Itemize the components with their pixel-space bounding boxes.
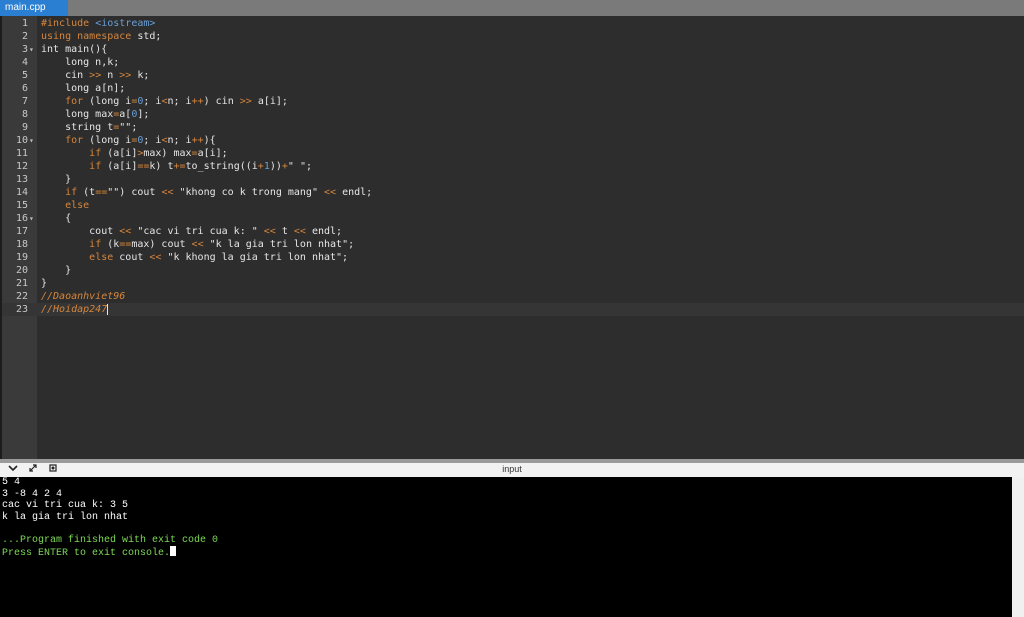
line-number: 1 [21, 18, 28, 29]
console-line: ...Program finished with exit code 0 [2, 534, 219, 546]
code-line[interactable]: 2 using namespace std; [2, 30, 1024, 43]
code-text: for (long i=0; i<n; i++) cin >> a[i]; [65, 96, 288, 107]
code-text: } [41, 174, 72, 185]
code-line[interactable]: 9 string t=""; [2, 121, 1024, 134]
line-number: 14 [15, 187, 28, 198]
code-line[interactable]: 19 else cout << "k khong la gia tri lon … [2, 251, 1024, 264]
code-text: if (a[i]>max) max=a[i]; [89, 148, 228, 159]
code-line[interactable]: 14 if (t=="") cout << "khong co k trong … [2, 186, 1024, 199]
line-number: 19 [15, 252, 28, 263]
console-cursor [170, 546, 177, 556]
panel-title: input [502, 464, 522, 474]
line-number: 18 [15, 239, 28, 250]
code-line[interactable]: 10 ▾ for (long i=0; i<n; i++){ [2, 134, 1024, 147]
line-number: 10 [15, 135, 28, 146]
console-line: cac vi tri cua k: 3 5 [2, 500, 129, 511]
line-number: 23 [15, 304, 28, 315]
settings-icon[interactable] [44, 463, 62, 477]
code-text: string t=""; [41, 122, 138, 133]
code-text: if (a[i]==k) t+=to_string((i+1))+" "; [89, 161, 313, 172]
line-number: 2 [21, 31, 28, 42]
code-line[interactable]: 13 } [2, 173, 1024, 186]
fold-toggle-icon[interactable]: ▾ [29, 134, 34, 147]
fold-toggle-icon[interactable]: ▾ [29, 212, 34, 225]
console-line: Press ENTER to exit console. [2, 546, 1012, 559]
line-number: 3 [21, 44, 28, 55]
code-text: cout << "cac vi tri cua k: " << t << end… [41, 226, 343, 237]
code-text: for (long i=0; i<n; i++){ [65, 135, 216, 146]
line-number: 21 [15, 278, 28, 289]
code-text: //Daoanhviet96 [41, 291, 126, 302]
line-number: 15 [15, 200, 28, 211]
fold-toggle-icon[interactable]: ▾ [29, 43, 34, 56]
expand-icon[interactable] [24, 463, 42, 477]
code-editor[interactable]: 1 #include <iostream> 2 using namespace std… [0, 16, 1024, 459]
line-number: 8 [21, 109, 28, 120]
code-line[interactable]: 21} [2, 277, 1024, 290]
code-line[interactable]: 18 if (k==max) cout << "k la gia tri lon… [2, 238, 1024, 251]
code-line[interactable]: 20 } [2, 264, 1024, 277]
code-line[interactable]: 22 //Daoanhviet96 [2, 290, 1024, 303]
tab-bar: main.cpp [0, 0, 1024, 16]
code-line[interactable]: 8 long max=a[0]; [2, 108, 1024, 121]
code-text: int main(){ [41, 44, 108, 55]
code-text: else [65, 200, 90, 211]
code-line[interactable]: 17 cout << "cac vi tri cua k: " << t << … [2, 225, 1024, 238]
line-number: 20 [15, 265, 28, 276]
code-line[interactable]: 23 //Hoidap247 [2, 303, 1024, 316]
console-scrollbar[interactable] [1012, 477, 1024, 617]
line-number: 22 [15, 291, 28, 302]
code-text: long n,k; [41, 57, 120, 68]
code-line[interactable]: 11 if (a[i]>max) max=a[i]; [2, 147, 1024, 160]
line-number: 5 [21, 70, 28, 81]
line-number: 6 [21, 83, 28, 94]
code-text: if (k==max) cout << "k la gia tri lon nh… [89, 239, 355, 250]
code-line[interactable]: 3 ▾ int main(){ [2, 43, 1024, 56]
code-line[interactable]: 5 cin >> n >> k; [2, 69, 1024, 82]
code-text: cin >> n >> k; [41, 70, 150, 81]
code-line[interactable]: 4 long n,k; [2, 56, 1024, 69]
code-text: long a[n]; [41, 83, 126, 94]
code-text: long max=a[0]; [41, 109, 150, 120]
line-number: 11 [15, 148, 28, 159]
line-number: 16 [15, 213, 28, 224]
code-line[interactable]: 12 if (a[i]==k) t+=to_string((i+1))+" "; [2, 160, 1024, 173]
console-line: 5 4 [2, 477, 21, 488]
line-number: 9 [21, 122, 28, 133]
code-line[interactable]: 16 ▾ { [2, 212, 1024, 225]
console-line: 3 -8 4 2 4 [2, 488, 63, 500]
line-number: 4 [21, 57, 28, 68]
console-line: k la gia tri lon nhat [2, 511, 129, 523]
line-number: 7 [21, 96, 28, 107]
code-line[interactable]: 7 for (long i=0; i<n; i++) cin >> a[i]; [2, 95, 1024, 108]
code-text: #include <iostream> [41, 18, 156, 29]
code-text: else cout << "k khong la gia tri lon nha… [89, 252, 349, 263]
code-text: } [41, 265, 72, 276]
code-text: } [41, 278, 48, 289]
code-line[interactable]: 1 #include <iostream> [2, 17, 1024, 30]
chevron-down-icon[interactable] [4, 463, 22, 477]
line-number: 17 [15, 226, 28, 237]
code-line[interactable]: 6 long a[n]; [2, 82, 1024, 95]
code-text: { [41, 213, 72, 224]
tab-main-cpp[interactable]: main.cpp [0, 0, 68, 16]
code-text: using namespace std; [41, 31, 162, 42]
code-line[interactable]: 15 else [2, 199, 1024, 212]
line-number: 13 [15, 174, 28, 185]
output-console[interactable]: 5 43 -8 4 2 4 cac vi tri cua k: 3 5k la g… [0, 477, 1012, 617]
console-panel-header: input [0, 463, 1024, 478]
line-number: 12 [15, 161, 28, 172]
code-text: if (t=="") cout << "khong co k trong man… [65, 187, 373, 198]
code-text: //Hoidap247 [41, 304, 109, 315]
